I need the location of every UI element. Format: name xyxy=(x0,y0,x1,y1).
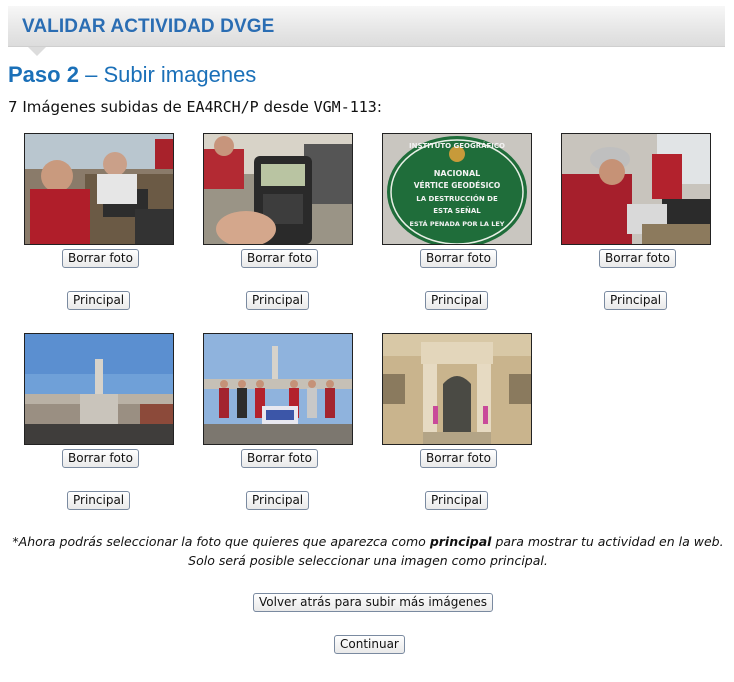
callsign: EA4RCH/P xyxy=(186,98,259,116)
summit-reference: VGM-113 xyxy=(313,98,377,116)
upload-count: 7 xyxy=(8,98,18,116)
note-prefix: *Ahora podrás seleccionar la foto que qu… xyxy=(12,534,430,549)
plaque-text-5: ESTA SEÑAL xyxy=(433,206,481,215)
photo-operator-cap-radio xyxy=(561,133,711,245)
photo-handheld-radio-kenwood xyxy=(203,133,353,245)
plaque-text-6: ESTÁ PENADA POR LA LEY xyxy=(410,219,505,228)
delete-photo-button[interactable]: Borrar foto xyxy=(420,449,497,468)
note-bold: principal xyxy=(429,534,492,549)
delete-photo-button[interactable]: Borrar foto xyxy=(62,449,139,468)
plaque-text-3: VÉRTICE GEODÉSICO xyxy=(414,181,501,190)
set-main-photo-button[interactable]: Principal xyxy=(67,491,131,510)
photo-rooftop-vertex-pillar xyxy=(24,333,174,445)
delete-photo-button[interactable]: Borrar foto xyxy=(62,249,139,268)
delete-photo-button[interactable]: Borrar foto xyxy=(241,249,318,268)
photo-operators-radio-table xyxy=(24,133,174,245)
continue-button[interactable]: Continuar xyxy=(334,635,405,654)
set-main-photo-button[interactable]: Principal xyxy=(425,291,489,310)
photo-geodesic-vertex-plaque: INSTITUTO GEOGRÁFICO NACIONAL VÉRTICE GE… xyxy=(382,133,532,245)
page-header: VALIDAR ACTIVIDAD DVGE xyxy=(8,6,725,47)
set-main-photo-button[interactable]: Principal xyxy=(246,491,310,510)
back-upload-more-button[interactable]: Volver atrás para subir más imágenes xyxy=(253,593,493,612)
set-main-photo-button[interactable]: Principal xyxy=(246,291,310,310)
step-title: Subir imagenes xyxy=(103,62,257,87)
set-main-photo-button[interactable]: Principal xyxy=(67,291,131,310)
plaque-text-1: INSTITUTO GEOGRÁFICO xyxy=(409,141,505,150)
delete-photo-button[interactable]: Borrar foto xyxy=(599,249,676,268)
selection-note: *Ahora podrás seleccionar la foto que qu… xyxy=(10,532,726,570)
photo-group-banner-rooftop xyxy=(203,333,353,445)
plaque-text-4: LA DESTRUCCIÓN DE xyxy=(416,194,498,203)
header-notch xyxy=(28,47,46,56)
set-main-photo-button[interactable]: Principal xyxy=(425,491,489,510)
set-main-photo-button[interactable]: Principal xyxy=(604,291,668,310)
page-title: VALIDAR ACTIVIDAD DVGE xyxy=(22,16,275,37)
delete-photo-button[interactable]: Borrar foto xyxy=(420,249,497,268)
upload-summary: 7 Imágenes subidas de EA4RCH/P desde VGM… xyxy=(8,98,382,116)
photo-instituto-building-entrance xyxy=(382,333,532,445)
step-number: Paso 2 xyxy=(8,62,79,87)
summary-text-1: Imágenes subidas de xyxy=(22,98,182,116)
delete-photo-button[interactable]: Borrar foto xyxy=(241,449,318,468)
summary-text-2: desde xyxy=(263,98,309,116)
step-separator: – xyxy=(85,62,98,87)
plaque-text-2: NACIONAL xyxy=(434,169,481,178)
step-heading: Paso 2 – Subir imagenes xyxy=(8,62,256,88)
summary-text-3: : xyxy=(376,98,382,116)
